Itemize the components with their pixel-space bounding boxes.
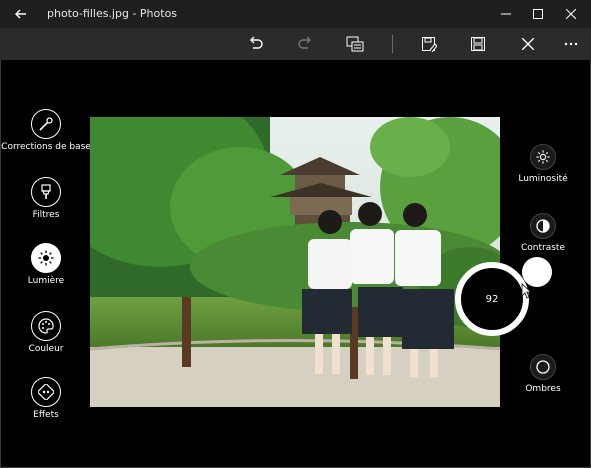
option-circle	[530, 213, 556, 239]
maximize-icon	[533, 9, 543, 19]
close-icon	[522, 38, 534, 50]
sun-icon	[38, 250, 54, 266]
nav-filtres[interactable]: Filtres	[0, 177, 92, 221]
redo-icon	[298, 36, 311, 49]
mouse-cursor-icon	[521, 283, 533, 299]
window-title: photo-filles.jpg - Photos	[47, 7, 178, 20]
close-edit-button[interactable]	[516, 32, 540, 56]
option-label: Ombres	[525, 384, 561, 394]
nav-label: Effets	[33, 410, 59, 420]
luminosite-option[interactable]: Luminosité	[503, 144, 583, 184]
undo-icon	[250, 36, 263, 49]
compare-button[interactable]	[343, 32, 367, 56]
photo-canvas[interactable]	[90, 117, 500, 407]
palette-icon	[38, 318, 54, 334]
compare-icon	[346, 36, 364, 52]
nav-circle	[31, 109, 61, 139]
maximize-button[interactable]	[527, 3, 549, 25]
brightness-icon	[536, 150, 550, 164]
edit-toolbar	[0, 28, 591, 60]
undo-button[interactable]	[244, 32, 268, 56]
nav-label: Corrections de base	[1, 142, 91, 152]
option-label: Luminosité	[518, 174, 568, 184]
option-label: Contraste	[521, 243, 565, 253]
nav-label: Lumière	[27, 276, 65, 286]
contraste-option[interactable]: Contraste	[503, 213, 583, 253]
ombres-option[interactable]: Ombres	[503, 354, 583, 394]
nav-circle	[31, 177, 61, 207]
nav-label: Couleur	[28, 344, 64, 354]
save-icon	[471, 37, 485, 51]
window-close-icon	[566, 9, 576, 19]
option-circle	[530, 144, 556, 170]
effects-icon	[38, 384, 54, 400]
nav-circle	[31, 311, 61, 341]
nav-corrections-de-base[interactable]: Corrections de base	[0, 109, 92, 153]
option-circle	[530, 354, 556, 380]
nav-couleur[interactable]: Couleur	[0, 311, 92, 355]
nav-circle	[31, 377, 61, 407]
save-copy-icon	[422, 37, 437, 52]
photo-image	[90, 117, 500, 407]
minimize-icon	[501, 13, 511, 15]
window-close-button[interactable]	[560, 3, 582, 25]
filter-icon	[41, 184, 51, 199]
magic-wand-icon	[39, 117, 53, 131]
nav-lumiere[interactable]: Lumière	[0, 243, 92, 287]
save-copy-button[interactable]	[417, 32, 441, 56]
title-bar: photo-filles.jpg - Photos	[0, 0, 591, 28]
back-button[interactable]	[10, 4, 32, 24]
toolbar-divider	[392, 35, 393, 53]
minimize-button[interactable]	[495, 3, 517, 25]
dial-value: 92	[485, 293, 499, 305]
nav-circle-selected	[31, 243, 61, 273]
redo-button[interactable]	[293, 32, 317, 56]
contrast-icon	[536, 219, 550, 233]
nav-label: Filtres	[32, 210, 60, 220]
shadows-icon	[536, 360, 550, 374]
nav-effets[interactable]: Effets	[0, 377, 92, 421]
adjustment-dial[interactable]: 92	[455, 262, 529, 336]
back-arrow-icon	[15, 9, 26, 19]
save-button[interactable]	[466, 32, 490, 56]
more-icon	[564, 42, 578, 46]
more-button[interactable]	[559, 32, 583, 56]
